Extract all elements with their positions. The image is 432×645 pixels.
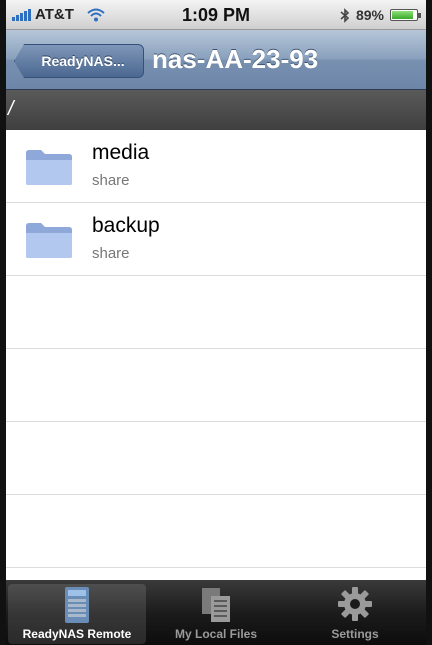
folder-icon [26, 150, 72, 185]
documents-icon [202, 588, 230, 622]
battery-icon [390, 9, 421, 21]
nav-title: nas-AA-23-93 [152, 44, 319, 74]
tab-label: Settings [331, 627, 379, 641]
empty-row [6, 422, 426, 495]
item-type: share [92, 245, 130, 262]
nas-device-icon [65, 587, 89, 623]
app-screen: AT&T 1:09 PM 89% ReadyNAS... nas-AA-23-9… [0, 0, 432, 645]
list-item-media[interactable]: media share [6, 130, 426, 203]
battery-percent: 89% [355, 7, 384, 23]
battery-fill [392, 11, 414, 19]
folder-icon [26, 223, 72, 258]
back-button[interactable]: ReadyNAS... [14, 44, 144, 78]
bluetooth-icon [340, 7, 350, 23]
item-name: media [92, 141, 150, 164]
tab-label: My Local Files [174, 627, 258, 641]
list-item-backup[interactable]: backup share [6, 203, 426, 276]
empty-row [6, 349, 426, 422]
empty-row [6, 495, 426, 568]
empty-row [6, 276, 426, 349]
navigation-bar: ReadyNAS... nas-AA-23-93 [6, 30, 426, 90]
file-list: media share backup share [6, 130, 426, 580]
status-right: 89% [340, 7, 421, 23]
item-type: share [92, 172, 130, 189]
gear-icon [338, 587, 372, 621]
item-name: backup [92, 214, 160, 237]
tab-bar: ReadyNAS Remote My Local Files Settings [6, 580, 426, 645]
status-bar: AT&T 1:09 PM 89% [6, 0, 426, 30]
tab-readynas-remote[interactable]: ReadyNAS Remote [8, 584, 146, 644]
tab-label: ReadyNAS Remote [22, 627, 132, 641]
current-path: / [8, 98, 14, 120]
tab-settings[interactable]: Settings [286, 584, 424, 644]
battery-nub [418, 13, 421, 18]
tab-my-local-files[interactable]: My Local Files [147, 584, 285, 644]
path-bar: / [6, 90, 426, 130]
